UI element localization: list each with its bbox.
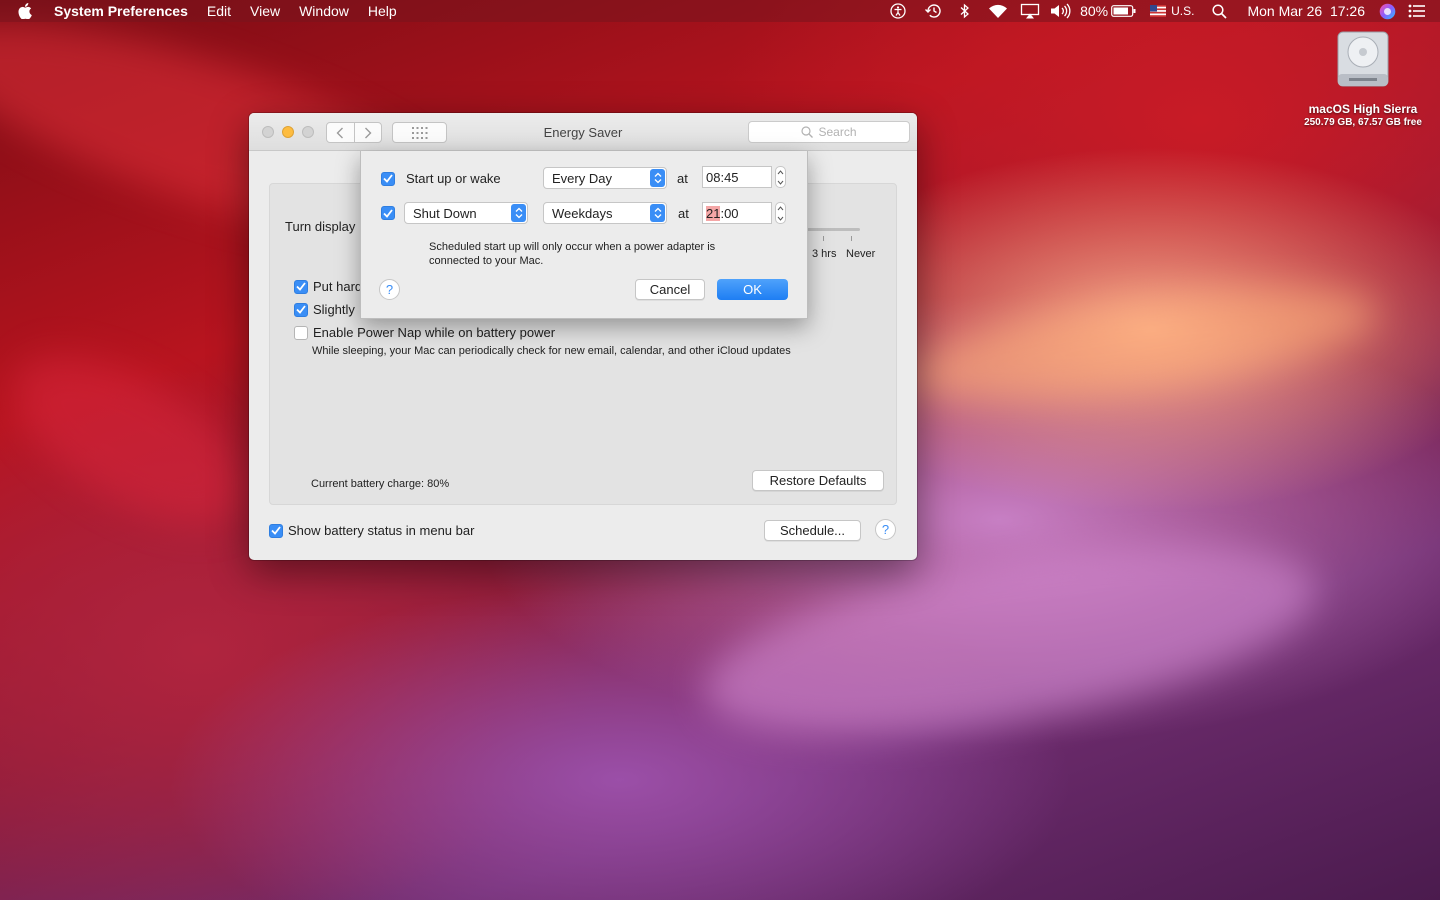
menu-window[interactable]: Window [299,3,349,19]
wifi-icon[interactable] [988,4,1008,19]
slider-tick [851,236,852,241]
menu-edit[interactable]: Edit [207,3,231,19]
shutdown-frequency-value: Weekdays [552,205,613,221]
checkmark-icon [383,174,393,183]
popup-arrows-icon [511,204,526,222]
battery-icon[interactable] [1111,5,1136,17]
shutdown-time-minutes: :00 [720,205,739,221]
restore-defaults-button[interactable]: Restore Defaults [752,470,884,491]
apple-logo-icon[interactable] [18,3,36,19]
show-battery-status-label: Show battery status in menu bar [288,523,475,538]
checkmark-icon [383,208,393,218]
schedule-note-line1: Scheduled start up will only occur when … [429,241,716,253]
search-field[interactable]: Search [748,121,910,143]
battery-percent[interactable]: 80% [1080,3,1108,19]
wallpaper-streak [0,323,273,557]
display-sleep-slider[interactable] [807,228,860,231]
put-hard-label: Put hard [313,279,363,294]
bluetooth-icon[interactable] [960,3,970,19]
desktop-disk[interactable]: macOS High Sierra 250.79 GB, 67.57 GB fr… [1296,30,1430,128]
shutdown-time-hours: 21 [706,205,721,221]
sheet-help-button[interactable]: ? [379,279,400,300]
accessibility-icon[interactable] [890,3,906,19]
menu-help[interactable]: Help [368,3,397,19]
shutdown-frequency-popup[interactable]: Weekdays [543,202,667,224]
menu-app-name[interactable]: System Preferences [54,3,188,19]
search-placeholder: Search [818,125,857,139]
power-nap-label: Enable Power Nap while on battery power [313,325,556,340]
checkmark-icon [296,305,306,314]
menu-bar: System Preferences Edit View Window Help… [0,0,1440,22]
search-icon [801,126,814,138]
schedule-button[interactable]: Schedule... [764,520,861,541]
put-hard-option[interactable]: Put hard [294,279,362,294]
power-nap-description: While sleeping, your Mac can periodicall… [312,345,791,357]
clock-datetime[interactable]: Mon Mar 26 17:26 [1247,3,1365,19]
slider-label-never: Never [846,248,876,260]
siri-icon[interactable] [1379,3,1396,20]
power-nap-checkbox[interactable] [294,325,308,340]
shutdown-time-field[interactable]: 21:00 [702,202,772,224]
popup-arrows-icon [650,204,665,222]
notification-center-icon[interactable] [1408,4,1426,18]
shutdown-action-value: Shut Down [413,205,477,221]
startup-frequency-popup[interactable]: Every Day [543,167,667,189]
chevron-down-icon [777,216,784,221]
shutdown-action-popup[interactable]: Shut Down [404,202,528,224]
wallpaper-streak [896,267,1384,423]
battery-charge-text: Current battery charge: 80% [311,478,450,490]
spotlight-icon[interactable] [1212,3,1228,19]
turn-display-label: Turn display [285,219,356,234]
flag-us-icon[interactable] [1150,5,1167,17]
at-label-2: at [678,206,689,221]
help-button[interactable]: ? [875,519,896,540]
checkmark-icon [271,526,281,535]
cancel-button[interactable]: Cancel [635,279,705,300]
shutdown-time-stepper[interactable] [775,202,786,224]
title-bar: Energy Saver Search [249,113,917,151]
power-nap-option[interactable]: Enable Power Nap while on battery power [294,325,555,340]
schedule-sheet: Start up or wake Every Day at 08:45 Shut… [360,151,808,319]
put-hard-checkbox[interactable] [294,279,308,294]
disk-name: macOS High Sierra [1308,102,1418,116]
chevron-up-icon [777,205,784,210]
slider-tick [823,236,824,241]
schedule-note-line2: connected to your Mac. [429,255,544,267]
chevron-down-icon [777,180,784,185]
popup-arrows-icon [650,169,665,187]
at-label: at [677,171,688,186]
show-battery-status-option[interactable]: Show battery status in menu bar [269,523,474,538]
chevron-up-icon [777,169,784,174]
slightly-label: Slightly [313,302,355,317]
time-machine-icon[interactable] [924,3,942,19]
ok-button[interactable]: OK [717,279,788,300]
slider-label-3hrs: 3 hrs [812,248,837,260]
shutdown-checkbox[interactable] [381,206,395,220]
slightly-checkbox[interactable] [294,302,308,317]
volume-icon[interactable] [1050,3,1072,19]
hard-disk-icon [1335,30,1391,88]
checkmark-icon [296,282,306,291]
show-battery-status-checkbox[interactable] [269,523,283,538]
startup-checkbox[interactable] [381,171,395,186]
startup-time-stepper[interactable] [775,166,786,188]
startup-time-field[interactable]: 08:45 [702,166,772,188]
startup-time-value: 08:45 [706,169,739,185]
input-source-label[interactable]: U.S. [1171,4,1194,18]
startup-label: Start up or wake [406,171,501,186]
slightly-option[interactable]: Slightly [294,302,355,317]
menu-view[interactable]: View [250,3,280,19]
disk-info: 250.79 GB, 67.57 GB free [1304,117,1422,128]
startup-frequency-value: Every Day [552,170,612,186]
airplay-icon[interactable] [1020,3,1040,19]
startup-option[interactable]: Start up or wake [381,171,501,186]
